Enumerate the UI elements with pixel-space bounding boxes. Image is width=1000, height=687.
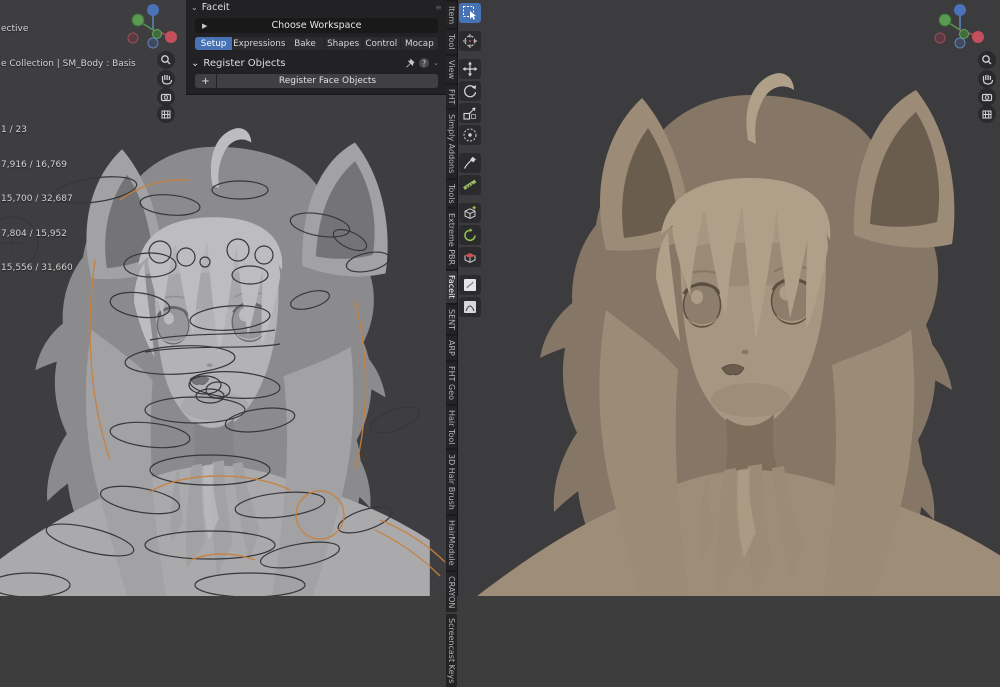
add-icon[interactable]: + <box>195 74 216 88</box>
register-row: + Register Face Objects <box>195 74 438 88</box>
tool-measure[interactable] <box>459 175 481 195</box>
chevron-down-icon[interactable]: ⌄ <box>433 59 439 67</box>
axis-y[interactable] <box>938 13 952 27</box>
pan-hand-button[interactable] <box>157 70 175 88</box>
camera-view-button[interactable] <box>978 88 996 106</box>
sidebar-tab-fht-geo[interactable]: FHT Geo <box>446 361 457 404</box>
axis-x[interactable] <box>972 31 984 43</box>
sidebar-tab-strip: Item Tool View FHT Simply Addons Tools E… <box>446 0 458 687</box>
tab-control[interactable]: Control <box>362 37 400 50</box>
sidebar-tab-arp[interactable]: ARP <box>446 335 457 360</box>
sidebar-tab-3d-hair-brush[interactable]: 3D Hair Brush <box>446 450 457 515</box>
faceit-tab-row: Setup Expressions Bake Shapes Control Mo… <box>195 37 438 50</box>
tool-brush-preview-1[interactable] <box>459 275 481 295</box>
register-face-objects-button[interactable]: Register Face Objects <box>217 74 438 88</box>
tab-mocap[interactable]: Mocap <box>400 37 438 50</box>
axis-x-neg[interactable] <box>934 32 946 44</box>
axis-z-neg[interactable] <box>954 37 966 49</box>
sidebar-tab-hair-tool[interactable]: Hair Tool <box>446 405 457 449</box>
sidebar-tab-faceit[interactable]: Faceit <box>446 271 457 303</box>
sidebar-tab-tool[interactable]: Tool <box>446 30 457 54</box>
toolbar <box>459 3 481 317</box>
tool-transform[interactable] <box>459 125 481 145</box>
sidebar-tab-crayon[interactable]: CRAYON <box>446 571 457 613</box>
perspective-toggle-button[interactable] <box>157 105 175 123</box>
axis-y-neg[interactable] <box>959 29 969 39</box>
zoom-button[interactable] <box>978 51 996 69</box>
sidebar-tab-extreme-pbr[interactable]: Extreme PBR <box>446 209 457 270</box>
tool-scale[interactable] <box>459 103 481 123</box>
sidebar-tab-simply-addons[interactable]: Simply Addons <box>446 110 457 178</box>
sidebar-tab-item[interactable]: Item <box>446 2 457 29</box>
pin-icon[interactable] <box>405 58 415 69</box>
tab-shapes[interactable]: Shapes <box>324 37 362 50</box>
sidebar-tab-sent[interactable]: SENT <box>446 304 457 334</box>
camera-view-button[interactable] <box>157 88 175 106</box>
axis-y[interactable] <box>131 13 145 27</box>
nav-gizmo-right[interactable] <box>926 0 1000 126</box>
drag-handle-icon[interactable]: ≡ <box>435 3 442 12</box>
tool-move[interactable] <box>459 59 481 79</box>
axis-z[interactable] <box>954 4 966 16</box>
tool-cursor[interactable] <box>459 31 481 51</box>
pan-hand-button[interactable] <box>978 70 996 88</box>
panel-title: Faceit <box>201 2 230 13</box>
viewport-right[interactable] <box>458 0 1000 596</box>
register-objects-header[interactable]: ⌄ Register Objects ? ⌄ <box>186 56 446 70</box>
tab-expressions[interactable]: Expressions <box>233 37 286 50</box>
nav-gizmo-left[interactable] <box>124 0 186 126</box>
axis-z-neg[interactable] <box>147 37 159 49</box>
model-right-clay <box>470 73 1000 596</box>
faceit-panel-header[interactable]: ⌄ Faceit ≡ <box>186 0 446 15</box>
tool-brush-preview-2[interactable] <box>459 297 481 317</box>
axis-y-neg[interactable] <box>152 29 162 39</box>
tool-rotate[interactable] <box>459 81 481 101</box>
axis-x-neg[interactable] <box>127 32 139 44</box>
tool-spin[interactable] <box>459 225 481 245</box>
tool-annotate[interactable] <box>459 153 481 173</box>
sidebar-tab-fht[interactable]: FHT <box>446 84 457 109</box>
tool-extrude[interactable] <box>459 247 481 267</box>
tab-setup[interactable]: Setup <box>195 37 233 50</box>
tool-select-box[interactable] <box>459 3 481 23</box>
play-icon[interactable]: ▶ <box>202 22 207 30</box>
help-icon[interactable]: ? <box>419 58 430 68</box>
tab-bake[interactable]: Bake <box>286 37 324 50</box>
blender-window: { "left_viewport": { "perspective_fragme… <box>0 0 1000 687</box>
viewport-left[interactable]: ective e Collection | SM_Body : Basis 1 … <box>0 0 446 596</box>
axis-z[interactable] <box>147 4 159 16</box>
zoom-button[interactable] <box>157 51 175 69</box>
sidebar-tab-screencast-keys[interactable]: Screencast Keys <box>446 614 457 687</box>
chevron-down-icon: ⌄ <box>191 57 200 69</box>
perspective-toggle-button[interactable] <box>978 105 996 123</box>
axis-x[interactable] <box>165 31 177 43</box>
tool-add-cube[interactable] <box>459 203 481 223</box>
chevron-down-icon: ⌄ <box>191 3 198 12</box>
sidebar-tab-tools[interactable]: Tools <box>446 179 457 208</box>
faceit-panel: ⌄ Faceit ≡ ▶ Choose Workspace Setup Expr… <box>186 0 446 95</box>
choose-workspace-button[interactable]: ▶ Choose Workspace <box>195 18 438 33</box>
sidebar-tab-hairmodule[interactable]: HairModule <box>446 516 457 570</box>
sidebar-tab-view[interactable]: View <box>446 55 457 83</box>
